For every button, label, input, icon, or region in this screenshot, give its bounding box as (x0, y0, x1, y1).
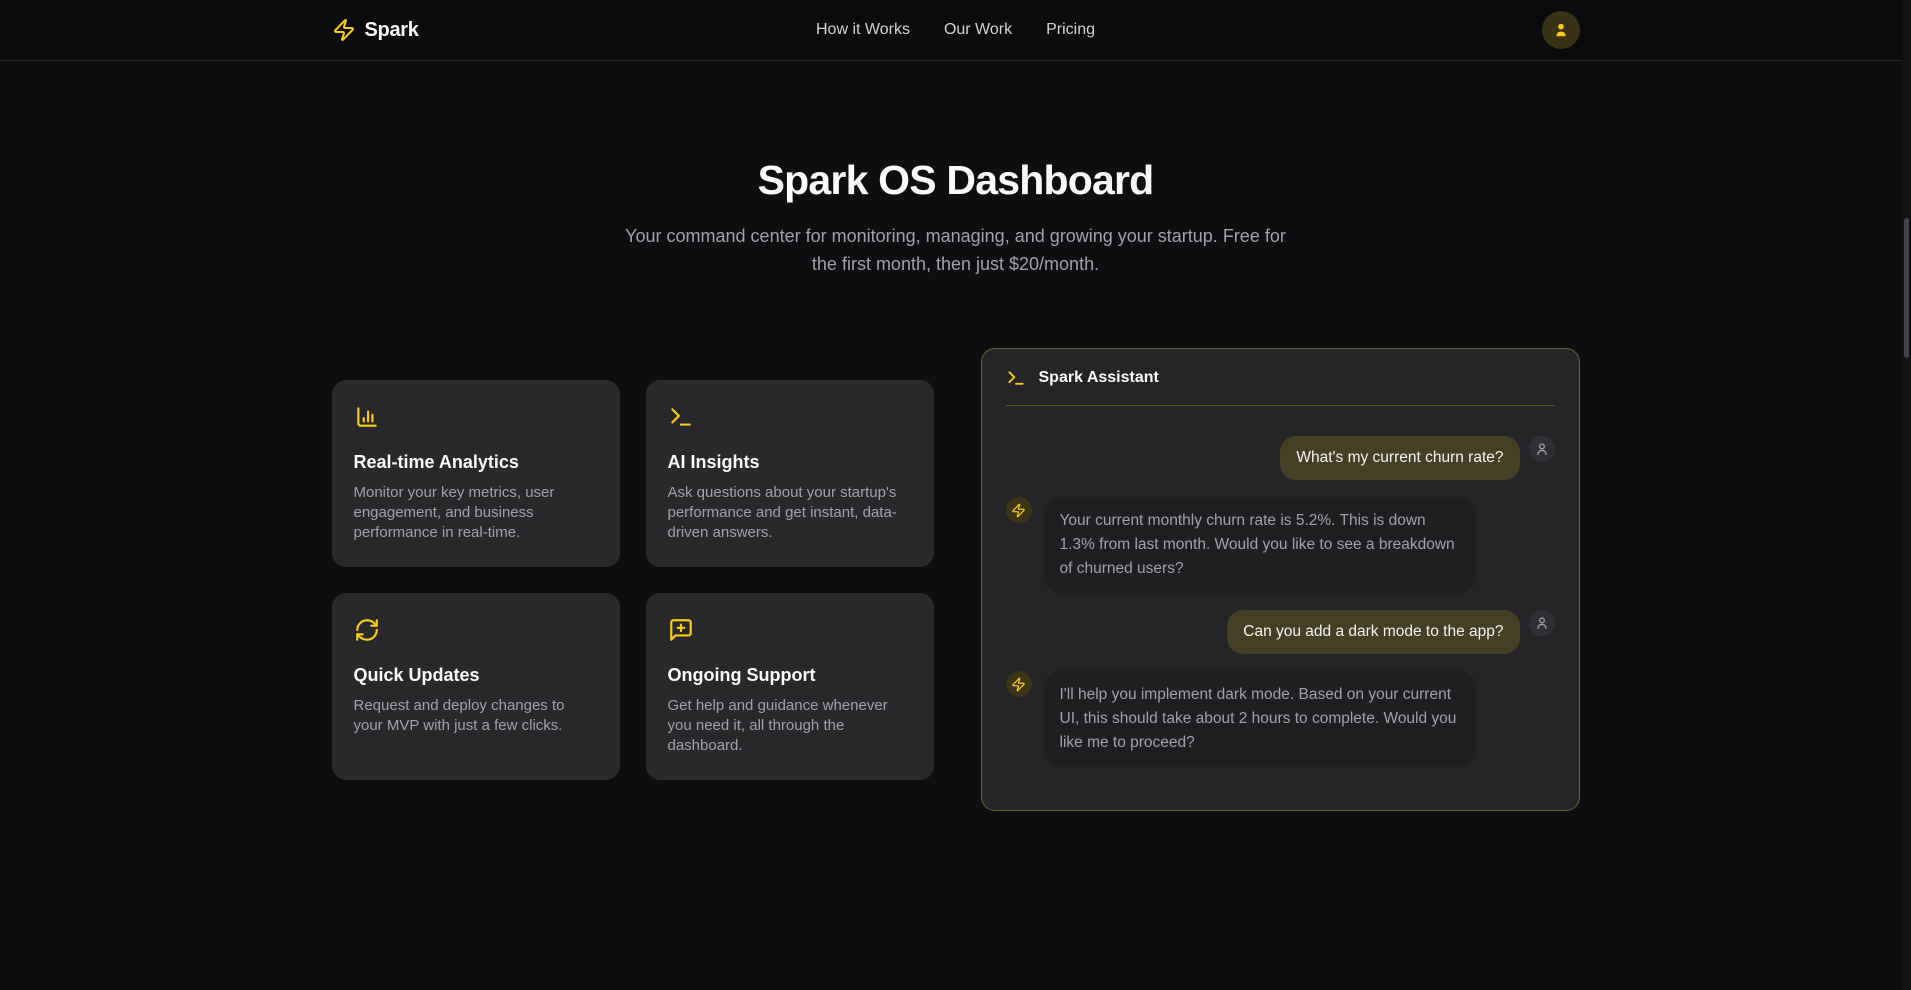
chat-message-assistant: I'll help you implement dark mode. Based… (1006, 671, 1555, 767)
nav-links: How it Works Our Work Pricing (816, 21, 1095, 39)
bar-chart-icon (354, 404, 598, 430)
brand-logo[interactable]: Spark (332, 18, 817, 42)
terminal-icon (1006, 368, 1026, 388)
assistant-avatar (1006, 671, 1032, 697)
feature-card-description: Request and deploy changes to your MVP w… (354, 696, 598, 736)
nav-right (1095, 11, 1580, 49)
account-avatar-button[interactable] (1542, 11, 1580, 49)
feature-card-title: AI Insights (668, 452, 912, 473)
nav-link-pricing[interactable]: Pricing (1046, 21, 1095, 39)
feature-cards-grid: Real-time Analytics Monitor your key met… (332, 380, 934, 780)
zap-icon (332, 18, 356, 42)
assistant-header: Spark Assistant (1006, 349, 1555, 406)
feature-card-title: Ongoing Support (668, 665, 912, 686)
user-avatar (1529, 610, 1555, 636)
main-row: Real-time Analytics Monitor your key met… (332, 348, 1580, 811)
feature-card-title: Real-time Analytics (354, 452, 598, 473)
assistant-avatar (1006, 497, 1032, 523)
feature-card-description: Get help and guidance whenever you need … (668, 696, 912, 756)
feature-card-ai-insights: AI Insights Ask questions about your sta… (646, 380, 934, 567)
user-avatar (1529, 436, 1555, 462)
zap-icon (1011, 503, 1026, 518)
scrollbar-thumb[interactable] (1904, 218, 1909, 358)
chat-message-user: What's my current churn rate? (1006, 436, 1555, 480)
user-icon (1534, 441, 1550, 457)
nav-link-how-it-works[interactable]: How it Works (816, 21, 910, 39)
assistant-title: Spark Assistant (1039, 369, 1159, 387)
brand-name: Spark (365, 19, 419, 42)
feature-card-ongoing-support: Ongoing Support Get help and guidance wh… (646, 593, 934, 780)
feature-card-title: Quick Updates (354, 665, 598, 686)
page-title: Spark OS Dashboard (332, 157, 1580, 204)
feature-card-quick-updates: Quick Updates Request and deploy changes… (332, 593, 620, 780)
user-message-bubble: Can you add a dark mode to the app? (1227, 610, 1519, 654)
chat-messages: What's my current churn rate? Your curre… (982, 406, 1579, 791)
navbar-container: Spark How it Works Our Work Pricing (316, 11, 1596, 49)
assistant-message-bubble: I'll help you implement dark mode. Based… (1044, 671, 1476, 767)
user-message-bubble: What's my current churn rate? (1280, 436, 1519, 480)
scrollbar-track (1902, 0, 1911, 990)
message-square-plus-icon (668, 617, 912, 643)
feature-card-description: Ask questions about your startup's perfo… (668, 483, 912, 543)
nav-link-our-work[interactable]: Our Work (944, 21, 1012, 39)
refresh-icon (354, 617, 598, 643)
page-subtitle: Your command center for monitoring, mana… (616, 222, 1296, 278)
zap-icon (1011, 677, 1026, 692)
user-icon (1534, 615, 1550, 631)
chat-message-user: Can you add a dark mode to the app? (1006, 610, 1555, 654)
assistant-message-bubble: Your current monthly churn rate is 5.2%.… (1044, 497, 1476, 593)
feature-card-realtime-analytics: Real-time Analytics Monitor your key met… (332, 380, 620, 567)
top-navbar: Spark How it Works Our Work Pricing (0, 0, 1911, 61)
chat-message-assistant: Your current monthly churn rate is 5.2%.… (1006, 497, 1555, 593)
page-content: Spark OS Dashboard Your command center f… (316, 157, 1596, 811)
terminal-icon (668, 404, 912, 430)
feature-card-description: Monitor your key metrics, user engagemen… (354, 483, 598, 543)
user-icon (1551, 20, 1571, 40)
spark-assistant-panel: Spark Assistant What's my current churn … (981, 348, 1580, 811)
